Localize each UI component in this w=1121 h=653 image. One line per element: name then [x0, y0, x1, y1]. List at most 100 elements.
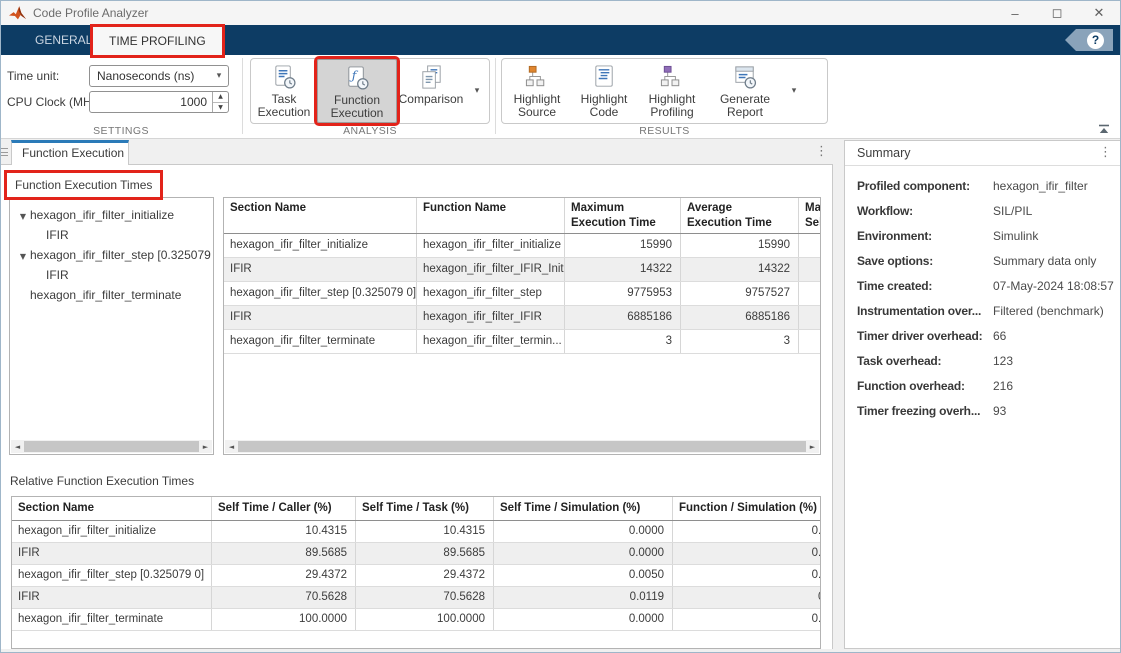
- summary-title: Summary: [857, 146, 910, 160]
- scrollbar-thumb[interactable]: [238, 441, 806, 452]
- summary-field: Time created:07-May-2024 18:08:57: [845, 279, 1120, 304]
- function-execution-times-title: Function Execution Times: [15, 178, 152, 192]
- tree-expanded-icon[interactable]: ▼: [16, 247, 30, 267]
- scroll-left-icon[interactable]: ◄: [225, 440, 238, 453]
- close-button[interactable]: ✕: [1078, 1, 1120, 25]
- table-row[interactable]: hexagon_ifir_filter_step [0.325079 0] he…: [224, 282, 820, 306]
- summary-field: Timer freezing overh...93: [845, 404, 1120, 429]
- tree-item[interactable]: ▼hexagon_ifir_filter_initialize: [10, 205, 213, 225]
- relative-times-title: Relative Function Execution Times: [10, 474, 194, 488]
- table-row[interactable]: hexagon_ifir_filter_step [0.325079 0] 29…: [12, 565, 820, 587]
- column-header[interactable]: MaximumExecution Time: [565, 198, 681, 233]
- help-icon: ?: [1087, 32, 1104, 49]
- function-tree: ▼hexagon_ifir_filter_initialize IFIR ▼he…: [9, 197, 214, 455]
- tree-item[interactable]: IFIR: [10, 225, 213, 245]
- tree-item[interactable]: IFIR: [10, 265, 213, 285]
- table-horizontal-scrollbar[interactable]: ◄ ►: [225, 440, 819, 453]
- tab-time-profiling[interactable]: TIME PROFILING: [93, 27, 222, 55]
- column-header[interactable]: Function Name: [417, 198, 565, 233]
- column-header[interactable]: Function / Simulation (%): [673, 497, 821, 520]
- generate-report-icon: [732, 64, 759, 91]
- summary-field: Function overhead:216: [845, 379, 1120, 404]
- settings-section-label: SETTINGS: [1, 125, 241, 138]
- summary-panel-header: Summary ⋮: [845, 141, 1120, 166]
- table-header-row: Section Name Function Name MaximumExecut…: [224, 198, 820, 234]
- table-row[interactable]: IFIR 89.5685 89.5685 0.0000 0.00: [12, 543, 820, 565]
- results-section-label: RESULTS: [501, 125, 828, 138]
- panel-menu-icon[interactable]: [0, 146, 8, 159]
- summary-field: Profiled component:hexagon_ifir_filter: [845, 179, 1120, 204]
- toolstrip: Time unit: Nanoseconds (ns) ▾ CPU Clock …: [1, 55, 1120, 139]
- column-header[interactable]: AverageExecution Time: [681, 198, 799, 233]
- maximize-button[interactable]: ◻: [1036, 1, 1078, 25]
- table-row[interactable]: hexagon_ifir_filter_initialize 10.4315 1…: [12, 521, 820, 543]
- relative-times-table: Section Name Self Time / Caller (%) Self…: [11, 496, 821, 649]
- function-execution-button[interactable]: ƒ Function Execution: [317, 59, 397, 123]
- section-divider: [495, 58, 496, 134]
- minimize-button[interactable]: –: [994, 1, 1036, 25]
- summary-field: Save options:Summary data only: [845, 254, 1120, 279]
- column-header[interactable]: Section Name: [224, 198, 417, 233]
- analysis-group: Task Execution ƒ Function Execution: [250, 58, 490, 124]
- comparison-icon: [418, 64, 445, 91]
- results-group: Highlight Source Highlight Code Highligh…: [501, 58, 828, 124]
- scroll-right-icon[interactable]: ►: [199, 440, 212, 453]
- scroll-right-icon[interactable]: ►: [806, 440, 819, 453]
- table-row[interactable]: IFIR hexagon_ifir_filter_IFIR_Init 14322…: [224, 258, 820, 282]
- summary-field: Instrumentation over...Filtered (benchma…: [845, 304, 1120, 329]
- window-title: Code Profile Analyzer: [33, 6, 148, 20]
- cpu-clock-stepper[interactable]: 1000 ▲ ▼: [89, 91, 229, 113]
- table-row[interactable]: hexagon_ifir_filter_terminate hexagon_if…: [224, 330, 820, 354]
- annotation-box-function-execution-times: Function Execution Times: [7, 173, 160, 197]
- analysis-more-button[interactable]: ▾: [465, 59, 489, 123]
- tree-horizontal-scrollbar[interactable]: ◄ ►: [11, 440, 212, 453]
- comparison-button[interactable]: Comparison: [397, 59, 465, 123]
- highlight-source-button[interactable]: Highlight Source: [502, 59, 572, 123]
- chevron-down-icon: ▾: [210, 71, 228, 81]
- summary-field: Workflow:SIL/PIL: [845, 204, 1120, 229]
- analysis-section-label: ANALYSIS: [250, 125, 490, 138]
- table-row[interactable]: hexagon_ifir_filter_terminate 100.0000 1…: [12, 609, 820, 631]
- title-bar: Code Profile Analyzer – ◻ ✕: [1, 1, 1120, 25]
- matlab-logo-icon: [9, 5, 26, 21]
- column-header[interactable]: Self Time / Caller (%): [212, 497, 356, 520]
- tree-item[interactable]: hexagon_ifir_filter_terminate: [10, 285, 213, 305]
- column-header[interactable]: MaSel: [799, 198, 821, 233]
- highlight-profiling-button[interactable]: Highlight Profiling: [636, 59, 708, 123]
- summary-field: Timer driver overhead:66: [845, 329, 1120, 354]
- column-header[interactable]: Self Time / Simulation (%): [494, 497, 673, 520]
- task-execution-button[interactable]: Task Execution: [251, 59, 317, 123]
- table-row[interactable]: hexagon_ifir_filter_initialize hexagon_i…: [224, 234, 820, 258]
- tab-function-execution[interactable]: Function Execution: [11, 140, 129, 165]
- table-header-row: Section Name Self Time / Caller (%) Self…: [12, 497, 820, 521]
- cpu-clock-value: 1000: [90, 92, 212, 112]
- column-header[interactable]: Section Name: [12, 497, 212, 520]
- summary-field: Environment:Simulink: [845, 229, 1120, 254]
- summary-field: Task overhead:123: [845, 354, 1120, 379]
- collapse-ribbon-icon[interactable]: [1097, 124, 1111, 135]
- help-button[interactable]: ?: [1065, 29, 1113, 51]
- function-execution-panel-overflow-icon[interactable]: ⋮: [815, 144, 828, 159]
- table-row[interactable]: IFIR hexagon_ifir_filter_IFIR 6885186 68…: [224, 306, 820, 330]
- time-unit-label: Time unit:: [7, 69, 59, 83]
- spin-down-icon[interactable]: ▼: [213, 103, 228, 113]
- highlight-source-icon: [524, 64, 551, 91]
- results-more-button[interactable]: ▾: [782, 59, 806, 123]
- ribbon-tab-bar: GENERAL TIME PROFILING ?: [1, 25, 1120, 55]
- time-unit-dropdown[interactable]: Nanoseconds (ns) ▾: [89, 65, 229, 87]
- scrollbar-thumb[interactable]: [24, 441, 199, 452]
- highlight-code-button[interactable]: Highlight Code: [572, 59, 636, 123]
- code-profile-analyzer-window: Code Profile Analyzer – ◻ ✕ GENERAL TIME…: [0, 0, 1121, 653]
- time-unit-value: Nanoseconds (ns): [90, 69, 210, 83]
- generate-report-button[interactable]: Generate Report: [708, 59, 782, 123]
- column-header[interactable]: Self Time / Task (%): [356, 497, 494, 520]
- task-execution-icon: [271, 64, 298, 91]
- highlight-profiling-icon: [659, 64, 686, 91]
- summary-panel-overflow-icon[interactable]: ⋮: [1099, 145, 1112, 160]
- tree-expanded-icon[interactable]: ▼: [16, 207, 30, 227]
- spin-up-icon[interactable]: ▲: [213, 92, 228, 103]
- table-row[interactable]: IFIR 70.5628 70.5628 0.0119 0.0: [12, 587, 820, 609]
- scroll-left-icon[interactable]: ◄: [11, 440, 24, 453]
- tree-item[interactable]: ▼hexagon_ifir_filter_step [0.325079 0]: [10, 245, 213, 265]
- highlight-code-icon: [591, 64, 618, 91]
